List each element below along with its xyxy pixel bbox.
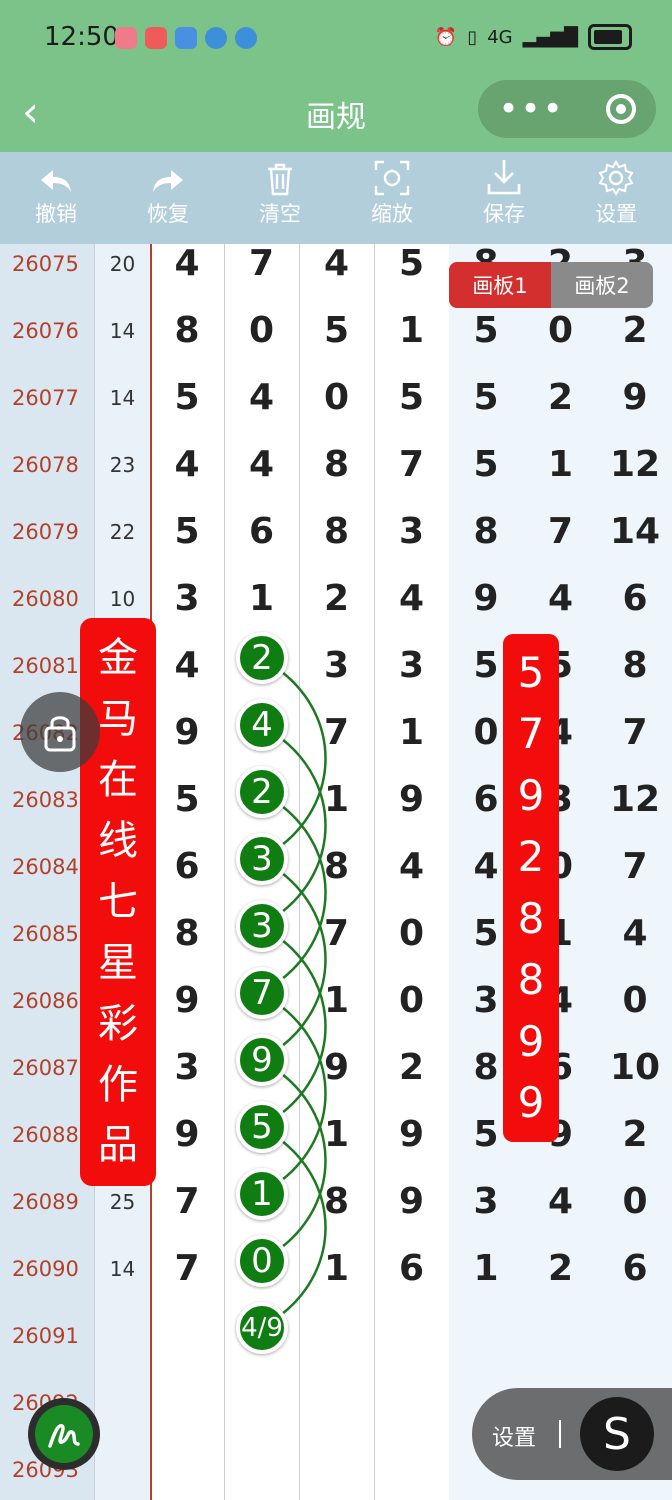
banner-left-char: 品 (98, 1122, 138, 1169)
watermark-banner-left: 金马在线七星彩作品 (80, 618, 156, 1186)
banner-right-digit: 9 (517, 1016, 545, 1066)
marked-ball[interactable]: 4 (236, 699, 288, 751)
banner-right-digit: 5 (517, 647, 545, 697)
banner-left-char: 金 (98, 635, 138, 682)
banner-left-char: 七 (98, 878, 138, 925)
banner-right-digit: 8 (517, 955, 545, 1005)
tab-board-1[interactable]: 画板1 (449, 262, 551, 308)
banner-right-digit: 7 (517, 709, 545, 759)
marked-ball[interactable]: 4/9 (236, 1302, 288, 1354)
marked-ball[interactable]: 3 (236, 900, 288, 952)
marked-ball[interactable]: 5 (236, 1101, 288, 1153)
banner-left-char: 作 (98, 1061, 138, 1108)
settings-divider (559, 1420, 561, 1448)
connection-curve (281, 939, 327, 1114)
lock-icon (44, 716, 76, 752)
connection-curve (281, 805, 327, 980)
switch-icon[interactable]: S (580, 1397, 654, 1471)
connection-curve (281, 671, 327, 846)
connection-curve (281, 1073, 327, 1248)
banner-right-digit: 8 (517, 893, 545, 943)
banner-left-char: 星 (98, 939, 138, 986)
lock-button[interactable] (20, 692, 100, 772)
pen-tool-button[interactable] (28, 1398, 100, 1470)
pen-icon (35, 1405, 93, 1463)
marked-ball[interactable]: 3 (236, 833, 288, 885)
marked-ball[interactable]: 2 (236, 632, 288, 684)
marked-ball[interactable]: 9 (236, 1034, 288, 1086)
banner-right-digit: 9 (517, 770, 545, 820)
board-tabs: 画板1 画板2 (449, 262, 653, 308)
prediction-banner-right: 5 7 9 2 8 8 9 9 (503, 634, 559, 1142)
banner-left-char: 彩 (98, 1000, 138, 1047)
banner-right-digit: 2 (517, 832, 545, 882)
banner-left-char: 线 (98, 818, 138, 865)
connection-curve (281, 1006, 327, 1181)
banner-left-char: 马 (98, 696, 138, 743)
marked-ball[interactable]: 0 (236, 1235, 288, 1287)
floating-settings-bar: 设置 S (472, 1388, 672, 1480)
connection-curve (281, 1140, 327, 1315)
marked-ball[interactable]: 2 (236, 766, 288, 818)
settings-float-button[interactable]: 设置 (492, 1420, 536, 1452)
connection-curve (281, 872, 327, 1047)
marked-ball[interactable]: 7 (236, 967, 288, 1019)
connection-curve (281, 738, 327, 913)
banner-right-digit: 9 (517, 1078, 545, 1128)
banner-left-char: 在 (98, 757, 138, 804)
marked-ball[interactable]: 1 (236, 1168, 288, 1220)
tab-board-2[interactable]: 画板2 (551, 262, 653, 308)
